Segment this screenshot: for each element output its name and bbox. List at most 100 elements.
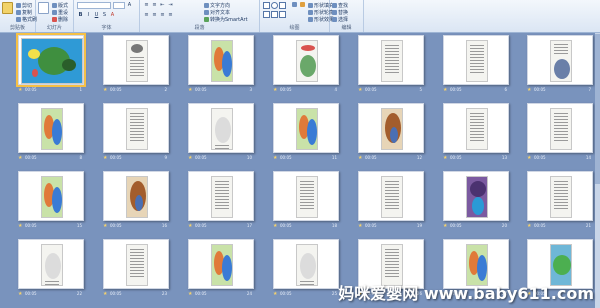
text-direction-button[interactable]: 文字方向 <box>204 2 230 9</box>
delete-slide-button[interactable]: 删除 <box>52 16 68 23</box>
slide-thumbnail[interactable] <box>18 103 84 153</box>
slide-thumbnail[interactable] <box>527 103 593 153</box>
align-center-button[interactable]: ≡ <box>151 12 158 18</box>
slide-meta: ★ 00:05 19 <box>358 223 424 229</box>
slide-thumbnail[interactable] <box>358 35 424 85</box>
reset-button[interactable]: 重设 <box>52 9 68 16</box>
align-text-button[interactable]: 对齐文本 <box>204 9 230 16</box>
justify-button[interactable]: ≡ <box>167 12 174 18</box>
transition-star-icon[interactable]: ★ <box>443 155 447 161</box>
transition-star-icon[interactable]: ★ <box>358 223 362 229</box>
slide-thumbnail[interactable] <box>527 35 593 85</box>
transition-star-icon[interactable]: ★ <box>273 155 277 161</box>
slide-thumbnail[interactable] <box>103 239 169 289</box>
shape-oval[interactable] <box>271 2 278 9</box>
transition-star-icon[interactable]: ★ <box>527 223 531 229</box>
layout-button[interactable]: 版式 <box>52 2 68 9</box>
transition-star-icon[interactable]: ★ <box>103 87 107 93</box>
italic-button[interactable]: I <box>85 12 92 18</box>
transition-star-icon[interactable]: ★ <box>358 87 362 93</box>
new-slide-button[interactable] <box>38 2 50 14</box>
slide-meta: ★ 00:05 9 <box>103 155 169 161</box>
slide-thumbnail[interactable] <box>443 171 509 221</box>
shape-line[interactable] <box>279 2 286 9</box>
shape-arrow[interactable] <box>263 11 270 18</box>
slide-thumbnail[interactable] <box>443 103 509 153</box>
slide-thumbnail[interactable] <box>188 103 254 153</box>
align-left-button[interactable]: ≡ <box>143 12 150 18</box>
slide-thumbnail[interactable] <box>273 171 339 221</box>
transition-star-icon[interactable]: ★ <box>527 155 531 161</box>
slide-thumbnail[interactable] <box>358 103 424 153</box>
illustration-shape <box>222 51 232 77</box>
strikethrough-button[interactable]: S <box>101 12 108 18</box>
slide-thumbnail[interactable] <box>273 35 339 85</box>
slide-number: 8 <box>79 155 82 160</box>
transition-star-icon[interactable]: ★ <box>103 223 107 229</box>
transition-star-icon[interactable]: ★ <box>188 291 192 297</box>
slide-thumbnail[interactable] <box>273 239 339 289</box>
slide-thumbnail[interactable] <box>103 35 169 85</box>
slide-thumbnail[interactable] <box>358 171 424 221</box>
font-name-select[interactable] <box>77 2 111 9</box>
illustration-shape <box>62 59 76 71</box>
cut-button[interactable]: 剪切 <box>16 2 32 9</box>
text-line <box>385 202 399 203</box>
slide-thumbnail[interactable] <box>103 103 169 153</box>
slide-thumbnail[interactable] <box>16 33 86 87</box>
scrollbar-thumb[interactable] <box>595 34 600 184</box>
transition-star-icon[interactable]: ★ <box>103 291 107 297</box>
shape-rect[interactable] <box>263 2 270 9</box>
transition-star-icon[interactable]: ★ <box>18 87 22 93</box>
find-button[interactable]: 查找 <box>332 2 348 9</box>
replace-button[interactable]: 替换 <box>332 9 348 16</box>
slide-thumbnail[interactable] <box>188 35 254 85</box>
slide-thumbnail[interactable] <box>273 103 339 153</box>
transition-star-icon[interactable]: ★ <box>443 223 447 229</box>
quick-styles-button[interactable] <box>300 2 306 8</box>
font-size-select[interactable] <box>113 2 125 9</box>
slide-duration: 00:05 <box>110 87 122 92</box>
transition-star-icon[interactable]: ★ <box>188 87 192 93</box>
copy-button[interactable]: 复制 <box>16 9 32 16</box>
shape-star[interactable] <box>279 11 286 18</box>
transition-star-icon[interactable]: ★ <box>527 87 531 93</box>
text-line <box>554 128 568 129</box>
slide-thumbnail[interactable] <box>18 239 84 289</box>
shapes-gallery[interactable] <box>263 2 293 22</box>
bullets-button[interactable]: ≡ <box>143 2 150 8</box>
decrease-indent-button[interactable]: ⇤ <box>159 2 166 8</box>
transition-star-icon[interactable]: ★ <box>103 155 107 161</box>
transition-star-icon[interactable]: ★ <box>443 87 447 93</box>
numbering-button[interactable]: ≡ <box>151 2 158 8</box>
paste-button[interactable] <box>2 2 14 14</box>
shape-triangle[interactable] <box>271 11 278 18</box>
slide-thumbnail[interactable] <box>103 171 169 221</box>
bold-button[interactable]: B <box>77 12 84 18</box>
slide-thumbnail[interactable] <box>18 171 84 221</box>
transition-star-icon[interactable]: ★ <box>18 223 22 229</box>
underline-button[interactable]: U <box>93 12 100 18</box>
select-button[interactable]: 选择 <box>332 16 348 23</box>
transition-star-icon[interactable]: ★ <box>18 155 22 161</box>
slide-thumbnail[interactable] <box>443 35 509 85</box>
font-color-button[interactable]: A <box>109 12 116 18</box>
transition-star-icon[interactable]: ★ <box>273 223 277 229</box>
transition-star-icon[interactable]: ★ <box>18 291 22 297</box>
increase-indent-button[interactable]: ⇥ <box>167 2 174 8</box>
slide-thumbnail[interactable] <box>188 171 254 221</box>
transition-star-icon[interactable]: ★ <box>358 155 362 161</box>
grow-font-button[interactable]: A <box>126 2 133 8</box>
smartart-button[interactable]: 转换为SmartArt <box>204 16 248 23</box>
text-line <box>130 264 144 265</box>
align-right-button[interactable]: ≡ <box>159 12 166 18</box>
transition-star-icon[interactable]: ★ <box>273 291 277 297</box>
arrange-button[interactable] <box>292 2 298 8</box>
group-label-editing: 编辑 <box>341 25 352 31</box>
slide-thumbnail[interactable] <box>188 239 254 289</box>
format-painter-button[interactable]: 格式刷 <box>16 16 37 23</box>
transition-star-icon[interactable]: ★ <box>273 87 277 93</box>
transition-star-icon[interactable]: ★ <box>188 155 192 161</box>
slide-thumbnail[interactable] <box>527 171 593 221</box>
transition-star-icon[interactable]: ★ <box>188 223 192 229</box>
